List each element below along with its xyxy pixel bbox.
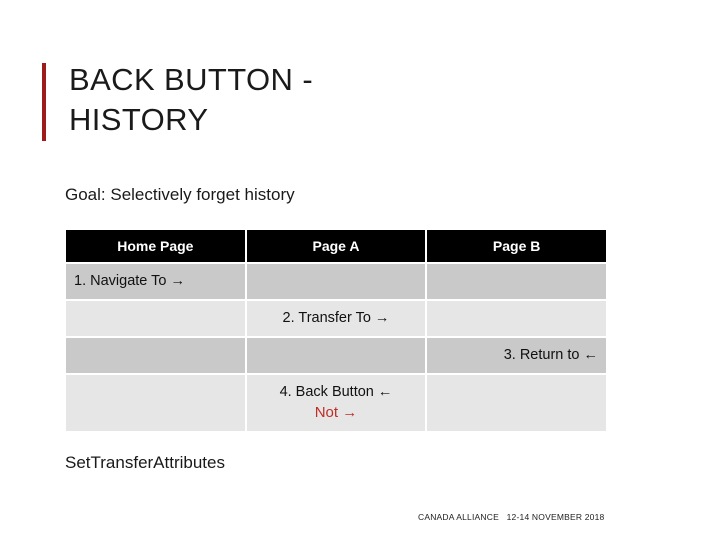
slide-footer: CANADA ALLIANCE 12-14 NOVEMBER 2018 (418, 512, 605, 522)
table-cell-page-b (427, 375, 606, 431)
table-row: 1. Navigate To → (66, 264, 606, 299)
column-header-page-a: Page A (246, 230, 426, 262)
title-accent-bar (42, 63, 46, 141)
table-cell-home-page (66, 301, 245, 336)
cell-content (66, 375, 245, 431)
cell-content (427, 301, 606, 336)
history-table: Home Page Page A Page B 1. Navigate To →… (64, 228, 608, 433)
table-body: 1. Navigate To → 2. Transfer To → 3. Ret… (66, 264, 606, 431)
cell-content: 2. Transfer To → (282, 309, 390, 326)
cell-content: 1. Navigate To → (74, 272, 185, 289)
goal-statement: Goal: Selectively forget history (65, 185, 295, 204)
table-cell-page-a (246, 264, 426, 299)
table-row: 2. Transfer To → (66, 301, 606, 336)
table-cell-page-b (427, 264, 606, 299)
table-cell-home-page (66, 338, 245, 373)
table-header: Home Page Page A Page B (66, 230, 606, 262)
table-cell-page-b (427, 301, 606, 336)
column-header-page-b: Page B (427, 230, 606, 262)
table-row: 4. Back Button ← Not → (66, 375, 606, 431)
cell-content (66, 301, 245, 336)
table-cell-home-page (66, 375, 245, 431)
page-title: BACK BUTTON - HISTORY (69, 62, 314, 137)
cell-highlight-note: Not → (314, 404, 358, 422)
cell-content: 4. Back Button ← (279, 383, 393, 400)
caption-text: SetTransferAttributes (65, 453, 225, 472)
slide-title-block: BACK BUTTON - HISTORY (42, 60, 313, 141)
cell-content (247, 338, 426, 373)
cell-content (427, 375, 606, 431)
table-cell-page-a: 4. Back Button ← Not → (246, 375, 426, 431)
table-row: 3. Return to ← (66, 338, 606, 373)
table-cell-page-b: 3. Return to ← (427, 338, 606, 373)
cell-content (66, 338, 245, 373)
table-cell-home-page: 1. Navigate To → (66, 264, 245, 299)
cell-content-wrapper: 4. Back Button ← Not → (247, 375, 426, 431)
column-header-home-page: Home Page (66, 230, 245, 262)
table-header-row: Home Page Page A Page B (66, 230, 606, 262)
cell-content: 3. Return to ← (503, 346, 598, 363)
cell-content (247, 264, 426, 299)
table-cell-page-a: 2. Transfer To → (246, 301, 426, 336)
cell-content (427, 264, 606, 299)
table-cell-page-a (246, 338, 426, 373)
